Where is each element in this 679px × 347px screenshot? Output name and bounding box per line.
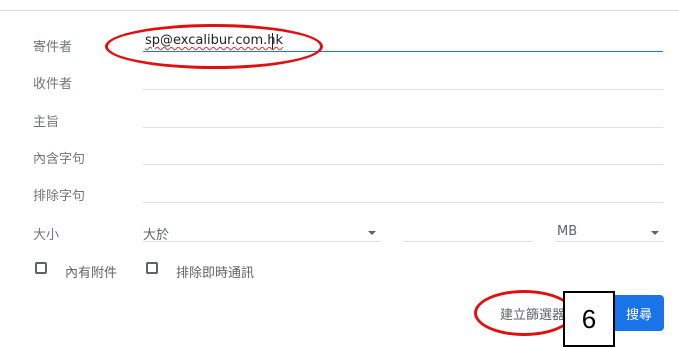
to-label: 收件者 — [33, 77, 73, 92]
size-label: 大小 — [33, 228, 60, 243]
top-divider — [0, 10, 679, 11]
step-number-callout: 6 — [563, 291, 615, 347]
size-value-input[interactable] — [403, 241, 533, 242]
doesnt-have-input[interactable] — [143, 202, 663, 203]
size-unit-value: MB — [557, 224, 578, 239]
size-operator-dropdown-icon — [368, 231, 376, 235]
size-unit-dropdown-icon — [651, 231, 659, 235]
search-button-label: 搜尋 — [625, 307, 652, 323]
has-words-label: 內含字句 — [33, 152, 86, 167]
exclude-chats-checkbox[interactable] — [146, 262, 158, 274]
subject-label: 主旨 — [33, 115, 60, 130]
size-unit-underline — [555, 241, 664, 242]
highlight-ellipse-from — [105, 24, 323, 69]
highlight-ellipse-create-filter — [474, 290, 574, 336]
to-input[interactable] — [143, 89, 663, 90]
has-attachment-label: 內有附件 — [65, 266, 118, 281]
from-label: 寄件者 — [33, 40, 73, 55]
has-attachment-checkbox[interactable] — [35, 262, 47, 274]
size-operator-underline — [143, 241, 381, 242]
subject-input[interactable] — [143, 127, 663, 128]
has-words-input[interactable] — [143, 164, 663, 165]
doesnt-have-label: 排除字句 — [33, 189, 86, 204]
exclude-chats-label: 排除即時通訊 — [176, 266, 255, 281]
